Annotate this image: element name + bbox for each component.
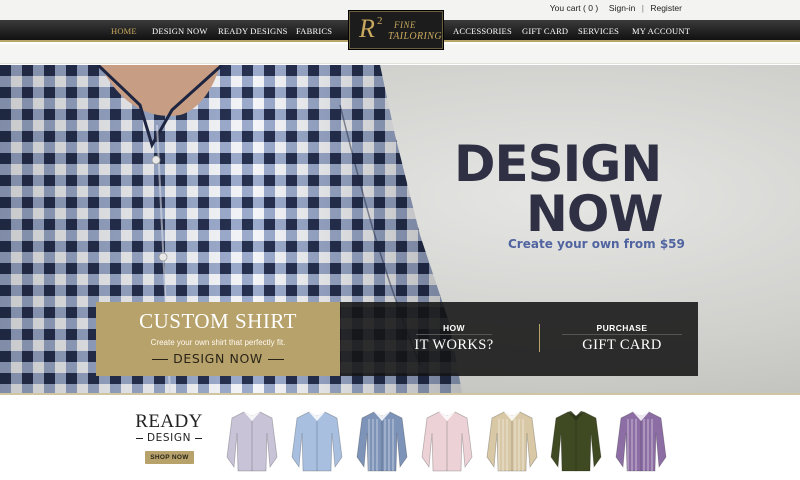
nav-item-ready-designs[interactable]: READY DESIGNS xyxy=(218,20,288,42)
page: You cart ( 0 ) Sign-in | Register HOME D… xyxy=(0,0,800,480)
it-works-label: IT WORKS? xyxy=(414,337,494,353)
nav-item-home[interactable]: HOME xyxy=(111,20,137,42)
custom-shirt-panel[interactable]: CUSTOM SHIRT Create your own shirt that … xyxy=(96,302,340,376)
product-thumb-purple-stripe-shirt[interactable] xyxy=(614,409,668,472)
shop-now-button[interactable]: SHOP NOW xyxy=(145,451,194,464)
hero-title-line-2: NOW xyxy=(526,185,664,243)
logo-letter: R xyxy=(359,14,375,43)
logo-superscript: 2 xyxy=(377,15,383,27)
nav-item-accessories[interactable]: ACCESSORIES xyxy=(453,20,512,42)
brand-logo[interactable]: R 2 FINE TAILORING xyxy=(349,11,443,49)
nav-item-services[interactable]: SERVICES xyxy=(578,20,619,42)
panel-separator xyxy=(539,324,540,352)
account-links: You cart ( 0 ) Sign-in | Register xyxy=(550,3,682,13)
product-thumb-olive-shirt[interactable] xyxy=(549,409,603,472)
hero-bottom-rule xyxy=(0,393,800,395)
design-now-button[interactable]: DESIGN NOW xyxy=(96,351,340,366)
nav-item-fabrics[interactable]: FABRICS xyxy=(296,20,332,42)
signin-link[interactable]: Sign-in xyxy=(609,3,635,13)
product-thumb-beige-stripe-shirt[interactable] xyxy=(485,409,539,472)
register-link[interactable]: Register xyxy=(650,3,682,13)
cart-link[interactable]: You cart ( 0 ) xyxy=(550,3,598,13)
product-thumb-pink-shirt[interactable] xyxy=(420,409,474,472)
purchase-gift-card-link[interactable]: PURCHASE GIFT CARD xyxy=(562,302,682,376)
purchase-divider xyxy=(562,334,682,335)
ready-design-title: READY xyxy=(135,411,203,432)
nav-item-my-account[interactable]: MY ACCOUNT xyxy=(632,20,690,42)
ready-design-subtitle: DESIGN xyxy=(128,432,210,444)
product-thumb-light-blue-shirt[interactable] xyxy=(290,409,344,472)
nav-item-design-now[interactable]: DESIGN NOW xyxy=(152,20,208,42)
logo-line-fine: FINE xyxy=(394,20,416,30)
hero-banner: DESIGN NOW Create your own from $59 CUST… xyxy=(0,65,800,393)
custom-shirt-title: CUSTOM SHIRT xyxy=(139,309,297,333)
info-panel: HOW IT WORKS? PURCHASE GIFT CARD xyxy=(340,302,698,376)
product-thumb-blue-stripe-shirt[interactable] xyxy=(355,409,409,472)
how-label: HOW xyxy=(443,323,465,333)
nav-item-gift-card[interactable]: GIFT CARD xyxy=(522,20,568,42)
custom-shirt-description: Create your own shirt that perfectly fit… xyxy=(150,338,286,347)
hero-title-line-1: DESIGN xyxy=(454,135,662,193)
how-divider xyxy=(416,334,492,335)
gift-card-label: GIFT CARD xyxy=(582,337,662,353)
product-thumb-lavender-shirt[interactable] xyxy=(225,409,279,472)
how-it-works-link[interactable]: HOW IT WORKS? xyxy=(394,302,534,376)
purchase-label: PURCHASE xyxy=(596,323,648,333)
logo-line-tailoring: TAILORING xyxy=(388,31,442,42)
hero-subtitle: Create your own from $59 xyxy=(508,237,685,251)
link-separator: | xyxy=(641,3,644,13)
